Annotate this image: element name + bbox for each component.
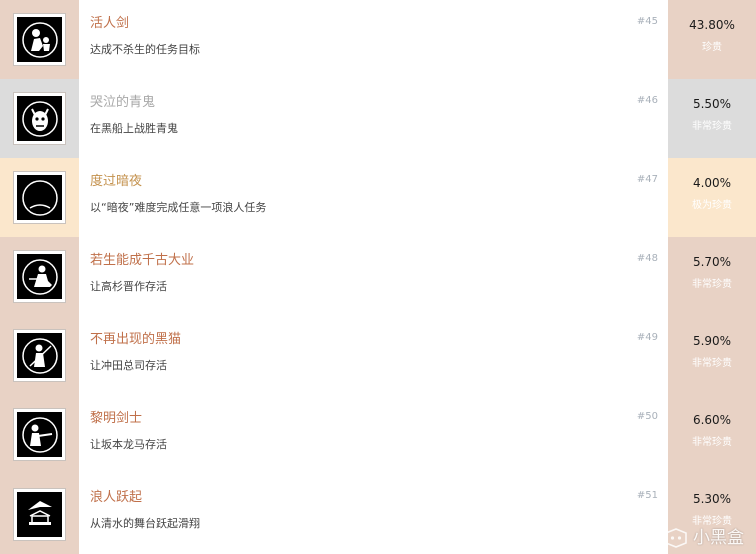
site-watermark: 小黑盒 xyxy=(663,528,744,548)
watermark-text: 小黑盒 xyxy=(693,528,744,548)
achievement-badge xyxy=(13,408,66,461)
rarity-label: 极为珍贵 xyxy=(692,200,732,211)
achievement-description: 让坂本龙马存活 xyxy=(90,438,167,451)
achievement-info: 浪人跃起 从清水的舞台跃起滑翔 #51 xyxy=(79,474,668,554)
achievement-badge xyxy=(13,13,66,66)
unlock-percent: 5.70% xyxy=(692,255,732,269)
achievement-row[interactable]: 哭泣的青鬼 在黑船上战胜青鬼 #46 5.50% 非常珍贵 xyxy=(0,79,756,158)
xiaoheihe-logo-icon xyxy=(665,528,687,548)
achievement-rank: #47 xyxy=(636,174,658,185)
achievement-title[interactable]: 不再出现的黑猫 xyxy=(90,331,181,349)
rarity-label: 非常珍贵 xyxy=(692,121,732,132)
achievement-rank: #45 xyxy=(636,16,658,27)
achievement-description: 让冲田总司存活 xyxy=(90,359,167,372)
achievement-title[interactable]: 黎明剑士 xyxy=(90,410,142,428)
achievement-rarity-cell: 4.00% 极为珍贵 xyxy=(668,158,756,237)
achievement-description: 在黑船上战胜青鬼 xyxy=(90,122,178,135)
samurai-child-badge-icon xyxy=(21,21,58,58)
achievement-info: 度过暗夜 以“暗夜”难度完成任意一项浪人任务 #47 xyxy=(79,158,668,237)
achievement-icon-cell xyxy=(0,79,79,158)
achievement-icon-cell xyxy=(0,474,79,554)
gunman-badge-icon xyxy=(21,416,58,453)
seated-warrior-badge-icon xyxy=(21,258,58,295)
unlock-percent: 5.30% xyxy=(692,492,732,506)
achievement-rarity-cell: 5.90% 非常珍贵 xyxy=(668,316,756,395)
achievement-row[interactable]: 度过暗夜 以“暗夜”难度完成任意一项浪人任务 #47 4.00% 极为珍贵 xyxy=(0,158,756,237)
swordsman-badge-icon xyxy=(21,337,58,374)
achievement-badge xyxy=(13,250,66,303)
achievement-row[interactable]: 不再出现的黑猫 让冲田总司存活 #49 5.90% 非常珍贵 xyxy=(0,316,756,395)
unlock-percent: 43.80% xyxy=(689,18,735,32)
rarity-label: 非常珍贵 xyxy=(692,516,732,527)
achievement-title[interactable]: 哭泣的青鬼 xyxy=(90,94,155,112)
achievement-info: 不再出现的黑猫 让冲田总司存活 #49 xyxy=(79,316,668,395)
achievement-row[interactable]: 活人剑 达成不杀生的任务目标 #45 43.80% 珍贵 xyxy=(0,0,756,79)
rarity-label: 非常珍贵 xyxy=(692,358,732,369)
achievement-rank: #48 xyxy=(636,253,658,264)
achievement-title[interactable]: 若生能成千古大业 xyxy=(90,252,194,270)
unlock-percent: 4.00% xyxy=(692,176,732,190)
crying-oni-badge-icon xyxy=(21,100,58,137)
rarity-label: 非常珍贵 xyxy=(692,279,732,290)
achievement-rarity-cell: 5.70% 非常珍贵 xyxy=(668,237,756,316)
achievement-rank: #50 xyxy=(636,411,658,422)
achievement-info: 哭泣的青鬼 在黑船上战胜青鬼 #46 xyxy=(79,79,668,158)
achievement-row[interactable]: 黎明剑士 让坂本龙马存活 #50 6.60% 非常珍贵 xyxy=(0,395,756,474)
achievement-description: 以“暗夜”难度完成任意一项浪人任务 xyxy=(90,201,267,214)
achievement-icon-cell xyxy=(0,316,79,395)
unlock-percent: 5.50% xyxy=(692,97,732,111)
achievement-info: 黎明剑士 让坂本龙马存活 #50 xyxy=(79,395,668,474)
glider-stage-badge-icon xyxy=(27,501,52,525)
achievement-badge xyxy=(13,329,66,382)
dark-night-badge-icon xyxy=(21,179,58,216)
rarity-label: 非常珍贵 xyxy=(692,437,732,448)
achievement-info: 若生能成千古大业 让高杉晋作存活 #48 xyxy=(79,237,668,316)
achievement-badge xyxy=(13,171,66,224)
unlock-percent: 5.90% xyxy=(692,334,732,348)
achievement-row[interactable]: 若生能成千古大业 让高杉晋作存活 #48 5.70% 非常珍贵 xyxy=(0,237,756,316)
achievement-list: 活人剑 达成不杀生的任务目标 #45 43.80% 珍贵 哭泣的青鬼 在黑船上战… xyxy=(0,0,756,554)
achievement-rank: #51 xyxy=(636,490,658,501)
rarity-label: 珍贵 xyxy=(702,42,722,53)
achievement-rarity-cell: 5.50% 非常珍贵 xyxy=(668,79,756,158)
achievement-title[interactable]: 浪人跃起 xyxy=(90,489,142,507)
achievement-row[interactable]: 浪人跃起 从清水的舞台跃起滑翔 #51 5.30% 非常珍贵 xyxy=(0,474,756,554)
achievement-rarity-cell: 6.60% 非常珍贵 xyxy=(668,395,756,474)
achievement-description: 从清水的舞台跃起滑翔 xyxy=(90,517,200,530)
achievement-title[interactable]: 活人剑 xyxy=(90,15,129,33)
achievement-title[interactable]: 度过暗夜 xyxy=(90,173,142,191)
unlock-percent: 6.60% xyxy=(692,413,732,427)
achievement-description: 达成不杀生的任务目标 xyxy=(90,43,200,56)
achievement-rarity-cell: 43.80% 珍贵 xyxy=(668,0,756,79)
achievement-rank: #46 xyxy=(636,95,658,106)
achievement-info: 活人剑 达成不杀生的任务目标 #45 xyxy=(79,0,668,79)
achievement-icon-cell xyxy=(0,395,79,474)
achievement-badge xyxy=(13,487,66,541)
achievement-icon-cell xyxy=(0,0,79,79)
achievement-rank: #49 xyxy=(636,332,658,343)
achievement-icon-cell xyxy=(0,237,79,316)
achievement-badge xyxy=(13,92,66,145)
achievement-icon-cell xyxy=(0,158,79,237)
achievement-description: 让高杉晋作存活 xyxy=(90,280,167,293)
